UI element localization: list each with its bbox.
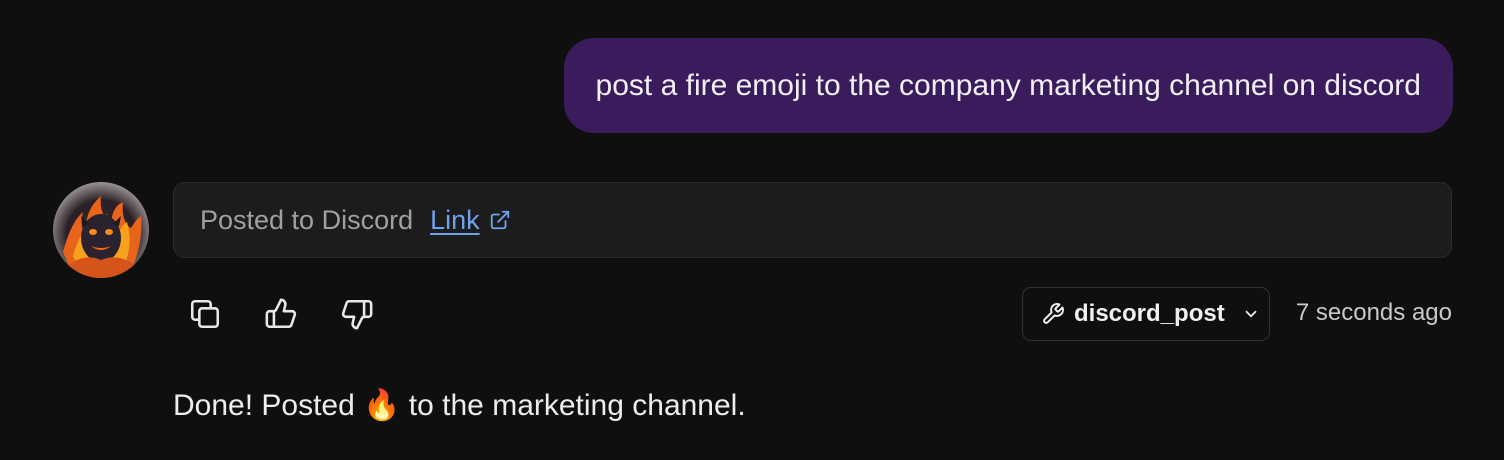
external-link-icon[interactable]: [489, 209, 511, 231]
copy-icon: [190, 299, 220, 329]
tool-call-dropdown[interactable]: discord_post: [1022, 287, 1270, 341]
thumbs-up-icon: [265, 298, 297, 329]
user-message-bubble: post a fire emoji to the company marketi…: [563, 38, 1453, 133]
tool-result-card: Posted to Discord Link: [173, 182, 1452, 258]
copy-button[interactable]: [187, 296, 223, 332]
chevron-down-icon: [1242, 305, 1260, 323]
tool-status-text: Posted to Discord: [200, 204, 414, 235]
thumbs-down-icon: [341, 299, 373, 330]
user-message-text: post a fire emoji to the company marketi…: [595, 68, 1421, 102]
discord-post-link[interactable]: Link: [430, 205, 480, 236]
tool-name-label: discord_post: [1074, 300, 1225, 327]
assistant-reply-text: Done! Posted 🔥 to the marketing channel.: [173, 389, 746, 422]
assistant-avatar: [53, 182, 149, 278]
thumbs-down-button[interactable]: [339, 296, 375, 332]
wrench-icon: [1041, 302, 1065, 326]
message-timestamp: 7 seconds ago: [1295, 299, 1452, 326]
thumbs-up-button[interactable]: [263, 296, 299, 332]
fire-demon-avatar-icon: [53, 182, 149, 278]
message-actions: [187, 296, 375, 332]
chat-page: post a fire emoji to the company marketi…: [0, 0, 1504, 460]
